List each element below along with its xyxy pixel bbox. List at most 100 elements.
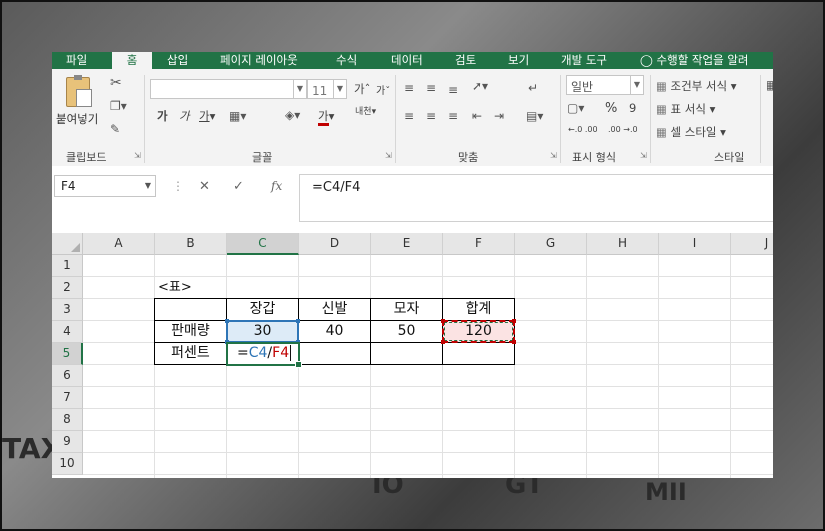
- align-right-icon[interactable]: ≡: [448, 109, 458, 123]
- insert-cells-icon[interactable]: ▦: [766, 78, 773, 92]
- increase-decimal-button[interactable]: ←.0 .00: [568, 125, 598, 134]
- align-bottom-icon[interactable]: ≡: [448, 83, 458, 97]
- format-painter-icon[interactable]: ✎: [110, 122, 120, 136]
- format-as-table-button[interactable]: ▦ 표 서식 ▾: [656, 101, 715, 117]
- percent-button[interactable]: %: [605, 101, 617, 116]
- font-size-dropdown[interactable]: 11 ▼: [307, 79, 347, 99]
- name-box[interactable]: F4 ▼: [54, 175, 156, 197]
- tab-data[interactable]: 데이터: [391, 52, 423, 69]
- align-left-icon[interactable]: ≡: [404, 109, 414, 123]
- cell-f5[interactable]: [442, 342, 515, 365]
- tab-formulas[interactable]: 수식: [336, 52, 357, 69]
- cell-styles-button[interactable]: ▦ 셀 스타일 ▾: [656, 124, 726, 140]
- cell-b3[interactable]: [154, 298, 227, 321]
- bg-key-mii: MII: [645, 478, 687, 506]
- tab-review[interactable]: 검토: [455, 52, 476, 69]
- underline-button[interactable]: 가▾: [199, 108, 215, 124]
- cell-d4[interactable]: 40: [298, 320, 371, 343]
- number-format-dropdown[interactable]: 일반 ▼: [566, 75, 644, 95]
- excel-window: 파일 홈 삽입 페이지 레이아웃 수식 데이터 검토 보기 개발 도구 ◯ 수행…: [52, 52, 773, 478]
- grow-font-button[interactable]: 가ˆ: [354, 81, 370, 97]
- fill-handle[interactable]: [295, 361, 302, 368]
- cell-b5[interactable]: 퍼센트: [154, 342, 227, 365]
- cell-b4[interactable]: 판매량: [154, 320, 227, 343]
- tab-page-layout[interactable]: 페이지 레이아웃: [220, 52, 298, 69]
- orientation-icon[interactable]: ➚▾: [472, 79, 488, 93]
- align-middle-icon[interactable]: ≡: [426, 81, 436, 95]
- row-header-4[interactable]: 4: [52, 321, 83, 343]
- italic-button[interactable]: 가: [179, 108, 190, 124]
- insert-function-button[interactable]: fx: [271, 179, 282, 193]
- enter-icon[interactable]: ✓: [233, 179, 244, 194]
- column-header-d[interactable]: D: [299, 233, 371, 255]
- row-header-5[interactable]: 5: [52, 343, 83, 365]
- lightbulb-icon: ◯: [640, 53, 653, 67]
- cell-e3[interactable]: 모자: [370, 298, 443, 321]
- tab-home[interactable]: 홈: [112, 52, 152, 69]
- font-launcher-icon[interactable]: ⇲: [385, 151, 392, 160]
- row-header-6[interactable]: 6: [52, 365, 83, 387]
- row-header-1[interactable]: 1: [52, 255, 83, 277]
- clipboard-launcher-icon[interactable]: ⇲: [134, 151, 141, 160]
- increase-indent-icon[interactable]: ⇥: [494, 109, 504, 123]
- column-header-c[interactable]: C: [227, 233, 299, 255]
- accounting-format-icon[interactable]: ▢▾: [567, 101, 584, 115]
- formula-input[interactable]: =C4/F4: [299, 174, 773, 222]
- copy-icon[interactable]: ❐▾: [110, 99, 127, 113]
- table-icon: ▦: [656, 102, 667, 116]
- row-header-8[interactable]: 8: [52, 409, 83, 431]
- merge-center-icon[interactable]: ▤▾: [526, 109, 543, 123]
- font-color-button[interactable]: 가▾: [318, 108, 334, 126]
- chevron-down-icon: ▼: [293, 80, 306, 98]
- column-header-a[interactable]: A: [83, 233, 155, 255]
- phonetic-button[interactable]: 내천▾: [355, 107, 376, 117]
- alignment-launcher-icon[interactable]: ⇲: [550, 151, 557, 160]
- cell-e5[interactable]: [370, 342, 443, 365]
- edit-ref-f4: F4: [272, 345, 292, 361]
- tab-developer[interactable]: 개발 도구: [561, 52, 607, 69]
- align-center-icon[interactable]: ≡: [426, 109, 436, 123]
- row-header-3[interactable]: 3: [52, 299, 83, 321]
- more-options-icon: ⋮: [172, 179, 184, 193]
- column-header-i[interactable]: I: [659, 233, 731, 255]
- wrap-text-icon[interactable]: ↵: [528, 81, 538, 95]
- tab-view[interactable]: 보기: [508, 52, 529, 69]
- cell-d3[interactable]: 신발: [298, 298, 371, 321]
- shrink-font-button[interactable]: 가ˇ: [376, 82, 390, 97]
- column-header-h[interactable]: H: [587, 233, 659, 255]
- active-cell-c5[interactable]: =C4/F4: [226, 342, 302, 368]
- number-launcher-icon[interactable]: ⇲: [640, 151, 647, 160]
- cut-icon[interactable]: ✂: [110, 76, 122, 90]
- cell-d5[interactable]: [298, 342, 371, 365]
- cell-b2[interactable]: <표>: [156, 277, 228, 299]
- fill-color-icon[interactable]: ◈▾: [285, 108, 300, 122]
- cell-c3[interactable]: 장갑: [226, 298, 299, 321]
- row-header-2[interactable]: 2: [52, 277, 83, 299]
- tell-me-box[interactable]: ◯ 수행할 작업을 알려: [640, 52, 748, 69]
- row-header-9[interactable]: 9: [52, 431, 83, 453]
- cell-e4[interactable]: 50: [370, 320, 443, 343]
- comma-button[interactable]: 9: [629, 101, 636, 115]
- bold-button[interactable]: 가: [157, 108, 168, 124]
- column-header-g[interactable]: G: [515, 233, 587, 255]
- cancel-icon[interactable]: ✕: [199, 179, 210, 194]
- ref-highlight-f4: [441, 319, 516, 344]
- column-header-b[interactable]: B: [155, 233, 227, 255]
- decrease-indent-icon[interactable]: ⇤: [472, 109, 482, 123]
- align-top-icon[interactable]: ≡: [404, 81, 414, 95]
- tab-file[interactable]: 파일: [66, 52, 87, 69]
- clipboard-icon: [66, 75, 92, 107]
- column-header-e[interactable]: E: [371, 233, 443, 255]
- border-icon[interactable]: ▦▾: [229, 109, 246, 123]
- column-header-f[interactable]: F: [443, 233, 515, 255]
- paste-button[interactable]: 붙여넣기: [56, 75, 100, 131]
- row-header-7[interactable]: 7: [52, 387, 83, 409]
- cell-f3[interactable]: 합계: [442, 298, 515, 321]
- select-all-button[interactable]: [52, 233, 83, 255]
- tab-insert[interactable]: 삽입: [167, 52, 188, 69]
- column-header-j[interactable]: J: [731, 233, 773, 255]
- decrease-decimal-button[interactable]: .00 →.0: [608, 125, 638, 134]
- row-header-10[interactable]: 10: [52, 453, 83, 475]
- conditional-formatting-button[interactable]: ▦ 조건부 서식 ▾: [656, 78, 737, 94]
- font-name-dropdown[interactable]: ▼: [150, 79, 307, 99]
